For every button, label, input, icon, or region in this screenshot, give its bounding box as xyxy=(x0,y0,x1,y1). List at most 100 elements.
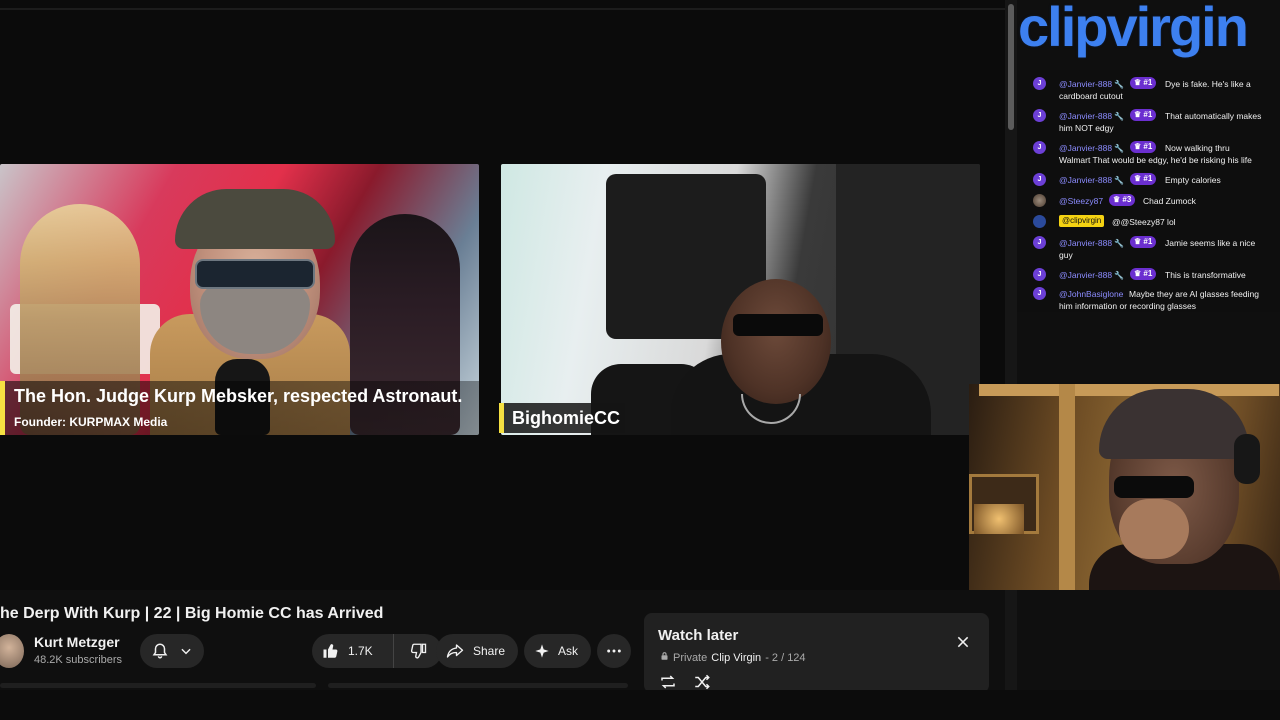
playlist-meta: Private Clip Virgin - 2 / 124 xyxy=(660,651,806,664)
chat-avatar[interactable]: J xyxy=(1033,287,1046,300)
wrench-icon: 🔧 xyxy=(1112,239,1125,248)
chat-avatar[interactable]: J xyxy=(1033,268,1046,281)
chat-text: Maybe they are AI glasses feeding xyxy=(1129,289,1259,299)
ask-button[interactable]: Ask xyxy=(524,634,591,668)
rank-badge-text: #1 xyxy=(1143,110,1153,119)
host-cap xyxy=(175,189,335,249)
live-chat: J @Janvier-888 🔧 ♛ #1 Dye is fake. He's lik… xyxy=(1017,70,1280,312)
chat-text-continued: him NOT edgy xyxy=(1059,123,1114,133)
host-name-label: The Hon. Judge Kurp Mebsker, respected A… xyxy=(14,386,463,406)
sparkle-icon xyxy=(534,643,550,659)
chat-avatar[interactable] xyxy=(1033,215,1046,228)
chat-text: That automatically makes xyxy=(1165,111,1262,121)
rank-badge-text: #1 xyxy=(1143,174,1153,183)
chat-username-text: @Janvier-888 xyxy=(1059,143,1113,153)
chat-owner-name[interactable]: @clipvirgin xyxy=(1059,215,1105,227)
subscriber-count: 48.2K subscribers xyxy=(34,654,123,666)
rank-badge-text: #1 xyxy=(1143,78,1153,87)
crown-icon: ♛ xyxy=(1134,269,1144,278)
chat-username[interactable]: @Steezy87 xyxy=(1059,195,1103,207)
like-button[interactable]: 1.7K xyxy=(312,634,394,668)
chat-username[interactable]: @Janvier-888 🔧 xyxy=(1059,269,1124,282)
chat-text: Jamie seems like a nice xyxy=(1165,238,1256,248)
chat-username-text: @Janvier-888 xyxy=(1059,175,1113,185)
chat-text-continued: cardboard cutout xyxy=(1059,91,1123,101)
thumbs-up-icon xyxy=(322,642,340,660)
chat-avatar[interactable]: J xyxy=(1033,109,1046,122)
chat-text-continued: guy xyxy=(1059,250,1073,260)
wrench-icon: 🔧 xyxy=(1112,144,1125,153)
chat-text: Now walking thru xyxy=(1165,143,1230,153)
scrollbar-thumb[interactable] xyxy=(1008,4,1014,130)
playlist-title[interactable]: Watch later xyxy=(658,627,738,644)
chat-avatar[interactable]: J xyxy=(1033,236,1046,249)
chat-text-continued: him information or recording glasses xyxy=(1059,301,1197,311)
chat-username-text: @Janvier-888 xyxy=(1059,238,1113,248)
chat-username[interactable]: @JohnBasiglone xyxy=(1059,288,1123,300)
chat-text-continued: Walmart That would be edgy, he'd be risk… xyxy=(1059,155,1252,165)
crown-icon: ♛ xyxy=(1134,174,1144,183)
crown-icon: ♛ xyxy=(1134,110,1144,119)
chat-avatar[interactable]: J xyxy=(1033,173,1046,186)
chat-avatar[interactable] xyxy=(1033,194,1046,207)
chat-avatar[interactable]: J xyxy=(1033,141,1046,154)
rank-badge-text: #3 xyxy=(1122,195,1132,204)
guest-name-label: BighomieCC xyxy=(512,408,620,428)
notification-button[interactable] xyxy=(140,634,204,668)
chat-username-text: @JohnBasiglone xyxy=(1059,289,1124,299)
ask-label: Ask xyxy=(558,644,579,658)
crown-icon: ♛ xyxy=(1113,195,1123,204)
player-top-edge xyxy=(0,8,1005,10)
chat-text: @@Steezy87 lol xyxy=(1112,217,1176,227)
streamer-beanie xyxy=(1099,389,1249,459)
chat-username-text: @Janvier-888 xyxy=(1059,111,1113,121)
share-arrow-icon xyxy=(445,642,465,660)
thumbs-down-icon xyxy=(409,642,427,660)
streamer-hand xyxy=(1119,499,1189,559)
rank-badge: ♛ #3 xyxy=(1109,194,1136,206)
like-count: 1.7K xyxy=(348,644,373,658)
rank-badge: ♛ #1 xyxy=(1130,268,1157,280)
host-sunglasses xyxy=(195,259,315,289)
more-actions-button[interactable] xyxy=(597,634,631,668)
chat-text: Empty calories xyxy=(1165,175,1221,185)
chat-text: Dye is fake. He's like a xyxy=(1165,79,1251,89)
channel-name[interactable]: Kurt Metzger xyxy=(34,634,120,650)
rank-badge: ♛ #1 xyxy=(1130,173,1157,185)
channel-avatar[interactable] xyxy=(0,634,24,668)
chat-username-text: @Janvier-888 xyxy=(1059,79,1113,89)
rank-badge-text: #1 xyxy=(1143,142,1153,151)
streamer-webcam xyxy=(969,384,1280,590)
crown-icon: ♛ xyxy=(1134,142,1144,151)
streamer-sunglasses xyxy=(1114,476,1194,498)
wooden-post xyxy=(1059,384,1075,590)
host-role-label: Founder: KURPMAX Media xyxy=(14,415,168,429)
share-label: Share xyxy=(473,644,506,658)
chat-username-text: @Steezy87 xyxy=(1059,196,1104,206)
chat-username-text: @Janvier-888 xyxy=(1059,270,1113,280)
like-dislike-group: 1.7K xyxy=(312,634,442,668)
description-edge-secondary xyxy=(328,683,628,688)
ceiling-beam xyxy=(979,384,1279,396)
share-button[interactable]: Share xyxy=(436,634,518,668)
rank-badge: ♛ #1 xyxy=(1130,236,1157,248)
rank-badge-text: #1 xyxy=(1143,237,1153,246)
video-title: he Derp With Kurp | 22 | Big Homie CC ha… xyxy=(0,605,384,622)
playlist-owner[interactable]: Clip Virgin xyxy=(711,652,761,664)
wrench-icon: 🔧 xyxy=(1112,176,1125,185)
wrench-icon: 🔧 xyxy=(1112,112,1125,121)
bell-icon xyxy=(151,642,169,660)
dislike-button[interactable] xyxy=(394,634,442,668)
video-player[interactable]: The Hon. Judge Kurp Mebsker, respected A… xyxy=(0,0,1005,590)
crown-icon: ♛ xyxy=(1134,78,1144,87)
chat-avatar[interactable]: J xyxy=(1033,77,1046,90)
close-icon[interactable] xyxy=(956,635,970,654)
video-panel-right xyxy=(501,164,980,435)
lower-third-host: The Hon. Judge Kurp Mebsker, respected A… xyxy=(0,381,479,435)
rank-badge: ♛ #1 xyxy=(1130,141,1157,153)
chat-username[interactable]: @Janvier-888 🔧 xyxy=(1059,174,1124,187)
chevron-down-icon xyxy=(179,644,193,658)
lock-icon xyxy=(660,651,669,664)
chat-text: This is transformative xyxy=(1165,270,1246,280)
rank-badge: ♛ #1 xyxy=(1130,109,1157,121)
